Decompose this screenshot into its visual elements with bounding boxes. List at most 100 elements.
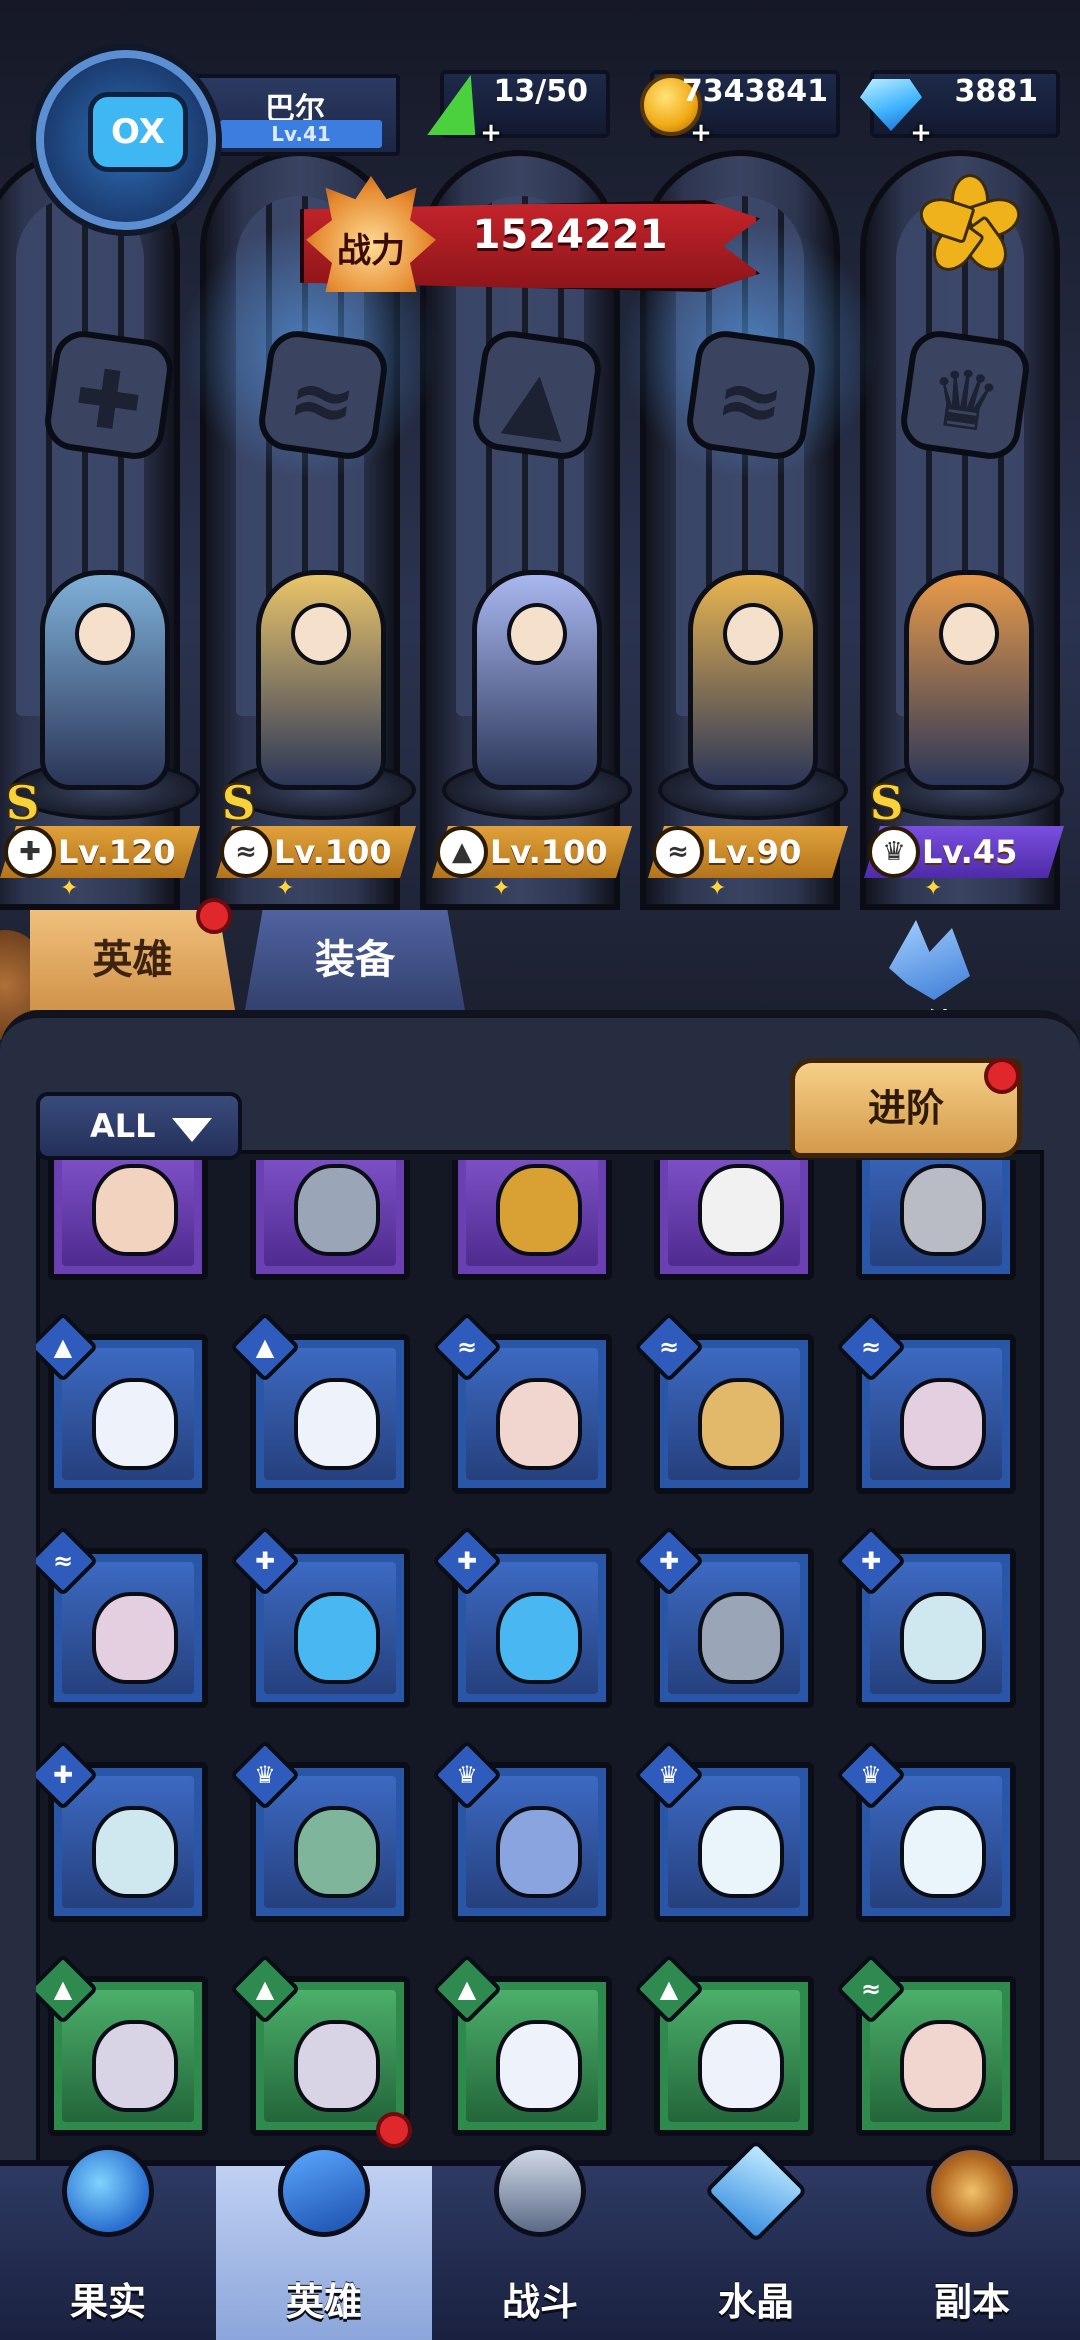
star-icon: ✦ (708, 876, 727, 901)
energy-value: 13/50 (493, 74, 588, 109)
sword-icon (490, 2136, 590, 2246)
portal-icon (922, 2136, 1022, 2246)
gold-counter[interactable]: + 7343841 (640, 70, 840, 146)
tab-equipment[interactable]: 装备 (245, 910, 465, 1010)
hero-card[interactable]: ♛ (633, 1739, 814, 1922)
gold-value: 7343841 (681, 74, 828, 109)
rank-badge: S (870, 776, 904, 830)
mech-portrait (466, 1160, 598, 1266)
hero-hat-icon (274, 2136, 374, 2246)
hero-card[interactable] (452, 1160, 612, 1280)
hero-figure (256, 570, 386, 790)
hero-card[interactable]: ▲ (633, 1953, 814, 2136)
player-avatar[interactable]: OX (36, 50, 216, 230)
nav-hero-hat[interactable]: 英雄 (216, 2112, 432, 2340)
star-icon: ✦ (924, 876, 943, 901)
hero-card[interactable]: ✚ (36, 1739, 208, 1922)
hero-card[interactable]: ✚ (835, 1525, 1016, 1708)
nav-portal[interactable]: 副本 (864, 2145, 1080, 2340)
hero-card[interactable]: ▲ (229, 1311, 410, 1494)
hero-figure (904, 570, 1034, 790)
star-icon: ✦ (492, 876, 511, 901)
hero-figure (40, 570, 170, 790)
hero-card[interactable]: ♛ (229, 1739, 410, 1922)
mage-hat-icon: ▲ (436, 826, 488, 878)
energy-counter[interactable]: + 13/50 (427, 70, 610, 146)
rank-badge: S (222, 776, 256, 830)
hero-card[interactable] (654, 1160, 814, 1280)
notification-dot (196, 898, 232, 934)
filter-dropdown[interactable]: ALL (36, 1092, 242, 1160)
hero-card[interactable]: ≈ (835, 1953, 1016, 2136)
hero-card[interactable] (48, 1160, 208, 1280)
star-icon: ✦ (60, 876, 79, 901)
lineup-hero-slot[interactable]: S Lv.45 ♛ ✦ (864, 540, 1074, 901)
goddess-portrait (62, 1160, 194, 1266)
plus-icon: + (910, 118, 932, 148)
hero-card[interactable] (856, 1160, 1016, 1280)
chevron-down-icon (172, 1118, 212, 1142)
wrench-icon: ✚ (4, 826, 56, 878)
hero-card[interactable]: ▲ (229, 1953, 410, 2136)
bottom-nav: 果实 英雄 战斗 水晶 副本 (0, 2112, 1080, 2340)
settings-gear-icon[interactable] (910, 166, 1030, 286)
power-value: 1524221 (472, 212, 668, 258)
hero-card[interactable] (250, 1160, 410, 1280)
nav-crystal[interactable]: 水晶 (648, 2138, 864, 2340)
hero-card[interactable]: ▲ (431, 1953, 612, 2136)
notification-dot (984, 1058, 1020, 1094)
nav-label: 果实 (69, 2280, 146, 2324)
hero-figure (472, 570, 602, 790)
power-label: 战力 (337, 231, 405, 271)
nav-fruit[interactable]: 果实 (0, 2145, 216, 2340)
filter-label: ALL (90, 1107, 156, 1145)
hero-card[interactable]: ≈ (633, 1311, 814, 1494)
lineup-hero-slot[interactable]: S Lv.100 ≈ ✦ (216, 540, 426, 901)
hero-figure (688, 570, 818, 790)
wing-icon: ≈ (220, 826, 272, 878)
hero-card[interactable]: ✚ (633, 1525, 814, 1708)
fruit-icon (58, 2136, 158, 2246)
beast-icon: ♛ (868, 826, 920, 878)
hero-card[interactable]: ✚ (431, 1525, 612, 1708)
wing-crest-icon: ≈ (683, 327, 819, 463)
panda-portrait (668, 1160, 800, 1266)
hero-card[interactable]: ♛ (835, 1739, 1016, 1922)
player-info: 巴尔 Lv.41 (190, 74, 400, 156)
hero-grid: ▲ ▲ ≈ ≈ ≈ ≈ ✚ ✚ ✚ ✚ ✚ ♛ ♛ ♛ ♛ ▲ ▲ ▲ ▲ ≈ (36, 1160, 1044, 2160)
player-level: Lv.41 (220, 120, 382, 148)
bond-icon (889, 920, 970, 1000)
hero-card[interactable]: ≈ (431, 1311, 612, 1494)
hero-card[interactable]: ▲ (36, 1953, 208, 2136)
gem-value: 3881 (954, 74, 1039, 109)
nav-label: 战斗 (501, 2280, 578, 2324)
lineup-hero-slot[interactable]: Lv.100 ▲ ✦ (432, 540, 642, 901)
gem-counter[interactable]: + 3881 (860, 70, 1060, 146)
crystal-icon (703, 2136, 809, 2246)
hero-card[interactable]: ✚ (229, 1525, 410, 1708)
nav-label: 水晶 (717, 2280, 794, 2324)
nav-sword[interactable]: 战斗 (432, 2145, 648, 2340)
rank-badge: S (6, 776, 40, 830)
notification-dot (376, 2112, 412, 2148)
diamond-icon: + (854, 68, 932, 146)
knight-portrait (870, 1160, 1002, 1266)
lineup-hero-slot[interactable]: S Lv.120 ✚ ✦ (0, 540, 210, 901)
hero-card[interactable]: ♛ (431, 1739, 612, 1922)
energy-icon: + (424, 68, 502, 146)
robot-portrait (264, 1160, 396, 1266)
mage-crest-icon: ▲ (469, 327, 605, 463)
hero-card[interactable]: ≈ (835, 1311, 1016, 1494)
nav-label: 英雄 (285, 2280, 362, 2324)
hero-card[interactable]: ▲ (36, 1311, 208, 1494)
star-icon: ✦ (276, 876, 295, 901)
plus-icon: + (690, 118, 712, 148)
beast-crest-icon: ♛ (897, 327, 1033, 463)
nav-label: 副本 (933, 2280, 1010, 2324)
fish-tank-avatar-icon: OX (88, 92, 188, 172)
wing-icon: ≈ (652, 826, 704, 878)
wing-crest-icon: ≈ (255, 327, 391, 463)
hero-card[interactable]: ≈ (36, 1525, 208, 1708)
lineup-hero-slot[interactable]: Lv.90 ≈ ✦ (648, 540, 858, 901)
wrench-crest-icon: ✚ (41, 327, 177, 463)
